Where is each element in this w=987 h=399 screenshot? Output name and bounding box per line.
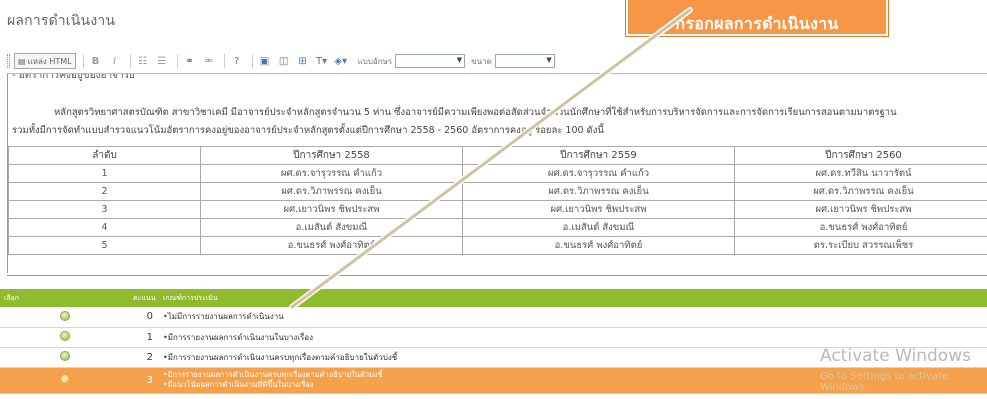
paragraph-line-1: หลักสูตรวิทยาศาสตรบัณฑิต สาขาวิชาเคมี มี… [54, 107, 897, 118]
table-icon[interactable]: ⊞ [295, 54, 311, 68]
source-html-button[interactable]: ▤ แหล่ง HTML [14, 53, 76, 69]
table-cell: 4 [8, 218, 201, 237]
rubric-col-criteria: เกณฑ์การประเมิน [159, 289, 987, 307]
chevron-down-icon: ▼ [546, 56, 552, 64]
table-cell: ดร.ระเบียบ สวรรณเพ็ชร [734, 236, 987, 255]
editor-toolbar: ▤ แหล่ง HTML B I ☷ ☰ ⚭ ⚮ ? ▣ ◫ ⊞ T▾ ◈▾ แ… [7, 51, 987, 71]
font-family-label: แบบอักษร [357, 56, 393, 66]
rubric-desc: •มีการรายงานผลการดำเนินงานในบางเรื่อง [159, 327, 987, 348]
rubric-score: 3 [129, 367, 159, 394]
editor-paragraph: หลักสูตรวิทยาศาสตรบัณฑิต สาขาวิชาเคมี มี… [12, 104, 987, 140]
toolbar-separator [129, 54, 131, 68]
column-header: ลำดับ [8, 146, 201, 165]
bold-button[interactable]: B [88, 54, 104, 68]
text-color-icon[interactable]: T▾ [314, 54, 330, 68]
chevron-down-icon: ▼ [456, 56, 463, 64]
page-title: ผลการดำเนินงาน [7, 13, 116, 29]
link-icon[interactable]: ⚭ [182, 54, 198, 68]
rubric-row[interactable]: 0 •ไม่มีการรายงานผลการดำเนินงาน [0, 307, 987, 328]
table-cell: ผศ.เยาวนิพร ชิพประสพ [734, 200, 987, 219]
rubric-score: 0 [129, 307, 159, 328]
table-row: 5 อ.ขนธรศ์ พงศ์อาทิตย์ อ.ขนธรศ์ พงศ์อาทิ… [8, 236, 987, 255]
table-cell: ผศ.ดร.วิภาพรรณ คงเย็น [200, 182, 463, 201]
table-cell: ผศ.ดร.วิภาพรรณ คงเย็น [734, 182, 987, 201]
table-cell: ผศ.ดร.วิภาพรรณ คงเย็น [462, 182, 735, 201]
staff-table-header: ลำดับ ปีการศึกษา 2558 ปีการศึกษา 2559 ปี… [8, 146, 987, 165]
rubric-row[interactable]: 1 •มีการรายงานผลการดำเนินงานในบางเรื่อง [0, 327, 987, 348]
toolbar-separator [82, 54, 84, 68]
activate-windows-subtext: Go to Settings to activate Windows. [820, 371, 949, 393]
toolbar-grip[interactable] [7, 54, 10, 68]
rubric-desc-text-2: มีแนวโน้มผลการดำเนินงานที่ดีขึ้นในบางเรื… [167, 380, 314, 389]
rich-text-editor[interactable]: - อัตราการคงอยู่ของอาจารย์ หลักสูตรวิทยา… [7, 73, 987, 273]
help-icon[interactable]: ? [229, 54, 245, 68]
image-icon[interactable]: ▣ [257, 54, 273, 68]
table-cell: 1 [8, 164, 201, 183]
table-cell: อ.ขนธรศ์ พงศ์อาทิตย์ [734, 218, 987, 237]
bg-color-icon[interactable]: ◈▾ [333, 54, 349, 68]
column-header: ปีการศึกษา 2560 [734, 146, 987, 165]
editor-cut-heading: - อัตราการคงอยู่ของอาจารย์ [12, 73, 135, 81]
activate-windows-watermark: Activate Windows [820, 346, 971, 366]
score-radio-1[interactable] [59, 331, 70, 341]
table-row: 3 ผศ.เยาวนิพร ชิพประสพ ผศ.เยาวนิพร ชิพปร… [8, 200, 987, 219]
rubric-col-score: คะแนน [129, 289, 159, 307]
paragraph-line-2: รวมทั้งมีการจัดทำแบบสำรวจแนวโน้มอัตราการ… [12, 125, 604, 136]
source-button-label: แหล่ง HTML [27, 56, 72, 66]
font-size-label: ขนาด [471, 56, 492, 66]
flash-icon[interactable]: ◫ [276, 54, 292, 68]
font-family-select[interactable]: ▼ [395, 54, 466, 68]
rubric-header: เลือก คะแนน เกณฑ์การประเมิน [0, 289, 987, 307]
instruction-callout: กรอกผลการดำเนินงาน [625, 0, 889, 37]
rubric-desc-text: มีการรายงานผลการดำเนินงานครบทุกเรื่องตาม… [167, 352, 398, 362]
numbered-list-icon[interactable]: ☷ [135, 54, 151, 68]
table-cell: อ.ขนธรศ์ พงศ์อาทิตย์ [462, 236, 735, 255]
toolbar-separator [223, 54, 225, 68]
rubric-desc-text: มีการรายงานผลการดำเนินงานครบทุกเรื่องตาม… [167, 370, 383, 379]
font-size-select[interactable]: ▼ [494, 54, 555, 68]
bullet-list-icon[interactable]: ☰ [154, 54, 170, 68]
rubric-desc: •ไม่มีการรายงานผลการดำเนินงาน [159, 307, 987, 328]
italic-button[interactable]: I [107, 54, 123, 68]
staff-table: ลำดับ ปีการศึกษา 2558 ปีการศึกษา 2559 ปี… [8, 146, 987, 255]
table-cell: ผศ.ดร.ทวีสิน นาวารัตน์ [734, 164, 987, 183]
rubric-desc-text: มีการรายงานผลการดำเนินงานในบางเรื่อง [167, 332, 314, 342]
rubric-score: 2 [129, 347, 159, 368]
score-radio-2[interactable] [59, 351, 70, 361]
table-row: 4 อ.เมสันต์ สังขมณี อ.เมสันต์ สังขมณี อ.… [8, 218, 987, 237]
column-header: ปีการศึกษา 2559 [462, 146, 735, 165]
table-cell: 2 [8, 182, 201, 201]
table-cell: ผศ.เยาวนิพร ชิพประสพ [200, 200, 463, 219]
score-radio-3[interactable] [59, 374, 70, 384]
toolbar-separator [176, 54, 178, 68]
toolbar-separator [251, 54, 253, 68]
table-row: 2 ผศ.ดร.วิภาพรรณ คงเย็น ผศ.ดร.วิภาพรรณ ค… [8, 182, 987, 201]
table-cell: ผศ.ดร.จารุวรรณ คำแก้ว [462, 164, 735, 183]
table-cell: 5 [8, 236, 201, 255]
source-icon: ▤ [18, 56, 26, 66]
table-cell: 3 [8, 200, 201, 219]
rubric-score: 1 [129, 327, 159, 348]
table-cell: อ.เมสันต์ สังขมณี [200, 218, 463, 237]
column-header: ปีการศึกษา 2558 [200, 146, 463, 165]
table-cell: ผศ.ดร.จารุวรรณ คำแก้ว [200, 164, 463, 183]
table-row: 1 ผศ.ดร.จารุวรรณ คำแก้ว ผศ.ดร.จารุวรรณ ค… [8, 164, 987, 183]
rubric-desc-text: ไม่มีการรายงานผลการดำเนินงาน [167, 312, 284, 322]
table-cell: ผศ.เยาวนิพร ชิพประสพ [462, 200, 735, 219]
unlink-icon[interactable]: ⚮ [201, 54, 217, 68]
table-cell: อ.ขนธรศ์ พงศ์อาทิตย์ [200, 236, 463, 255]
editor-bottom-border [7, 275, 987, 276]
score-radio-0[interactable] [59, 310, 70, 321]
table-cell: อ.เมสันต์ สังขมณี [462, 218, 735, 237]
rubric-col-choose: เลือก [0, 289, 129, 307]
